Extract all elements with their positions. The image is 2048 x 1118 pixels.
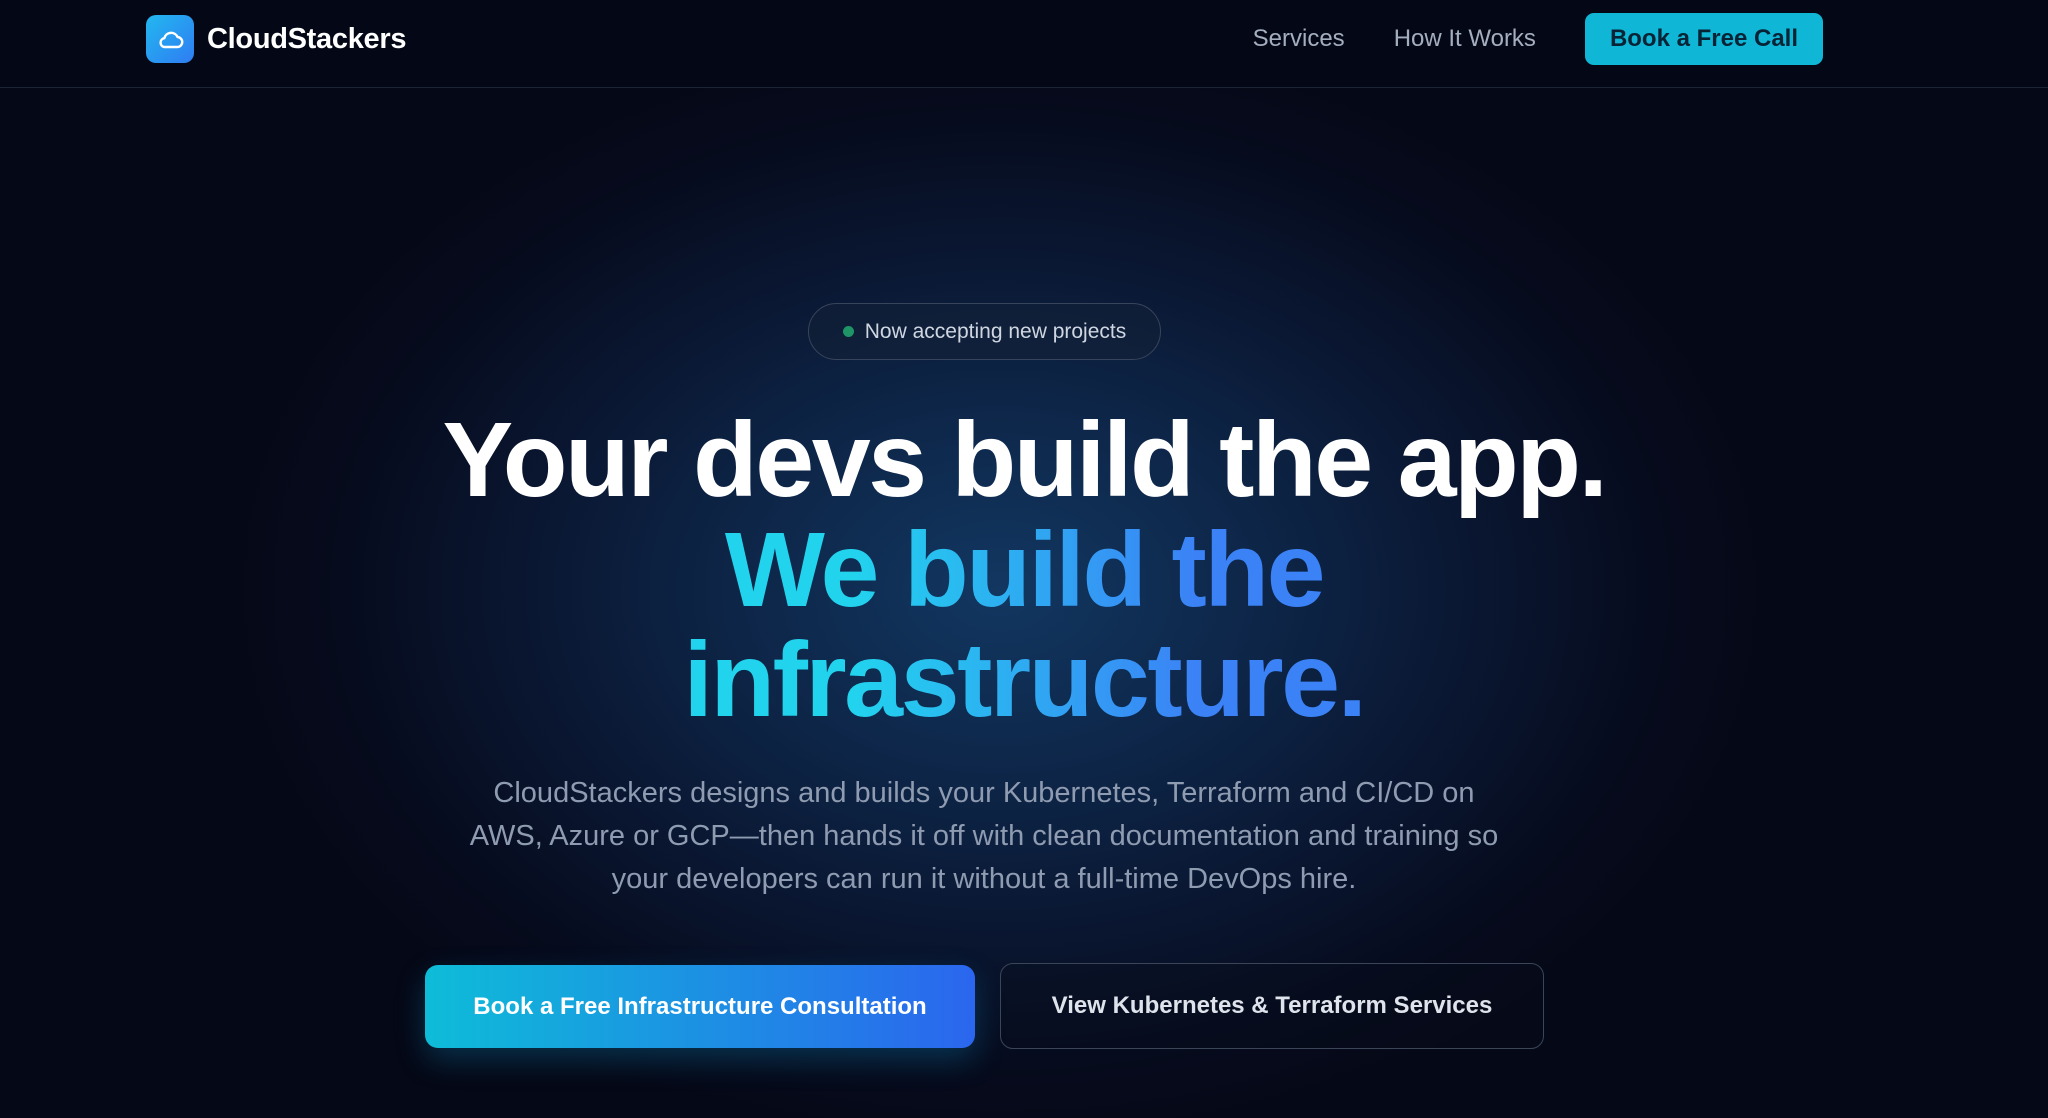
book-consultation-button[interactable]: Book a Free Infrastructure Consultation: [425, 965, 975, 1048]
status-badge-text: Now accepting new projects: [864, 319, 1127, 343]
headline-line-2: We build the infrastructure.: [594, 515, 1454, 735]
top-nav: CloudStackers Services How It Works Book…: [0, 0, 2048, 88]
hero-headline: Your devs build the app. We build the in…: [0, 405, 2048, 735]
hero-subtext: CloudStackers designs and builds your Ku…: [469, 777, 1499, 895]
status-dot: [842, 326, 854, 337]
book-free-call-button[interactable]: Book a Free Call: [1584, 13, 1823, 65]
nav-link-services[interactable]: Services: [1253, 25, 1345, 53]
status-badge: Now accepting new projects: [808, 303, 1161, 360]
brand[interactable]: CloudStackers: [146, 15, 406, 63]
headline-line-1: Your devs build the app.: [442, 401, 1608, 519]
brand-name: CloudStackers: [207, 22, 407, 55]
nav-links: Services How It Works Book a Free Call: [1253, 13, 1823, 65]
nav-link-how-it-works[interactable]: How It Works: [1394, 25, 1536, 53]
landing-page: CloudStackers Services How It Works Book…: [0, 0, 2048, 1118]
cloud-icon: [146, 15, 194, 63]
view-services-button[interactable]: View Kubernetes & Terraform Services: [1000, 963, 1544, 1049]
